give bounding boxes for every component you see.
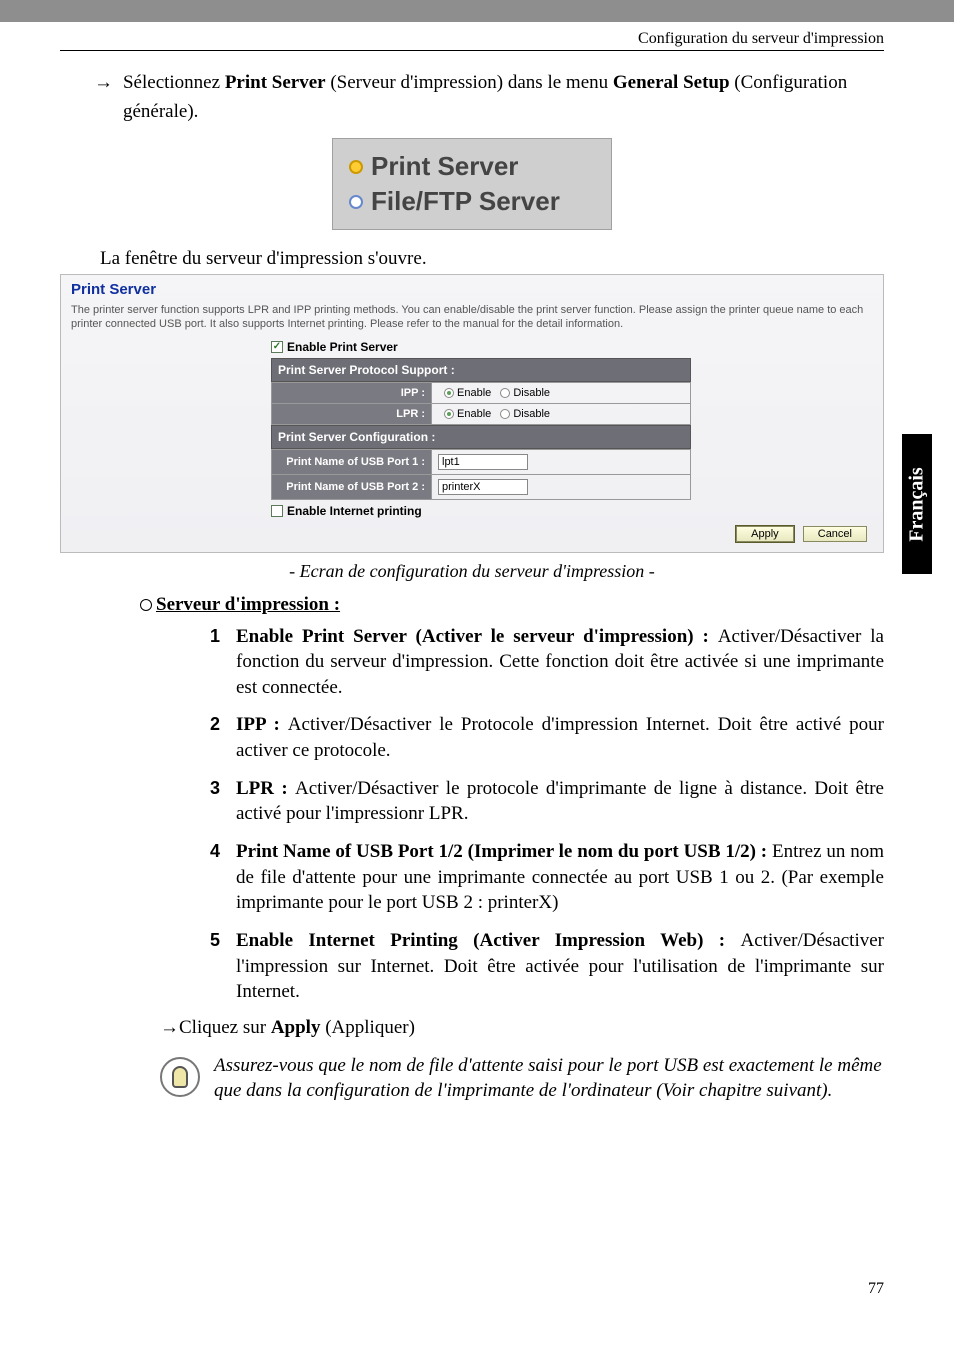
ipp-enable-radio[interactable] — [444, 388, 454, 398]
screenshot-caption: - Ecran de configuration du serveur d'im… — [60, 561, 884, 582]
instruction-select-menu: → Sélectionnez Print Server (Serveur d'i… — [60, 69, 884, 126]
usb-port1-row: Print Name of USB Port 1 : — [272, 449, 691, 474]
usb-port2-row: Print Name of USB Port 2 : — [272, 474, 691, 499]
radio-selected-icon — [349, 160, 363, 174]
note-block: Assurez-vous que le nom de file d'attent… — [160, 1053, 884, 1104]
ps-title: Print Server — [71, 281, 873, 298]
ipp-disable-radio[interactable] — [500, 388, 510, 398]
protocol-support-header: Print Server Protocol Support : — [271, 358, 691, 382]
page-number: 77 — [868, 1280, 884, 1298]
note-text: Assurez-vous que le nom de file d'attent… — [214, 1053, 884, 1104]
list-item: 3 LPR : Activer/Désactiver le protocole … — [210, 776, 884, 827]
numbered-list: 1 Enable Print Server (Activer le serveu… — [210, 624, 884, 1005]
list-item: 5 Enable Internet Printing (Activer Impr… — [210, 928, 884, 1005]
language-tab: Français — [902, 434, 932, 574]
apply-button[interactable]: Apply — [736, 526, 794, 542]
lpr-enable-radio[interactable] — [444, 409, 454, 419]
header-doc-title: Configuration du serveur d'impression — [0, 22, 954, 48]
cancel-button[interactable]: Cancel — [803, 526, 867, 542]
lpr-label: LPR : — [272, 403, 432, 424]
click-apply-instruction: →Cliquez sur Apply (Appliquer) — [160, 1017, 884, 1039]
configuration-header: Print Server Configuration : — [271, 425, 691, 449]
lpr-disable-radio[interactable] — [500, 409, 510, 419]
menu-screenshot: Print Server File/FTP Server — [332, 138, 612, 230]
lightbulb-icon — [160, 1057, 200, 1097]
ipp-label: IPP : — [272, 382, 432, 403]
usb-port1-label: Print Name of USB Port 1 : — [272, 449, 432, 474]
ps-description: The printer server function supports LPR… — [71, 304, 873, 332]
ipp-row: IPP : Enable Disable — [272, 382, 691, 403]
window-opens-text: La fenêtre du serveur d'impression s'ouv… — [100, 248, 884, 270]
enable-print-server-label: Enable Print Server — [287, 340, 398, 354]
print-server-screenshot: Print Server The printer server function… — [60, 274, 884, 553]
menu-option-print-server: Print Server — [371, 151, 518, 182]
checkbox-checked-icon[interactable]: ✓ — [271, 341, 283, 353]
radio-unselected-icon — [349, 195, 363, 209]
usb-port2-input[interactable] — [438, 479, 528, 495]
list-item: 4 Print Name of USB Port 1/2 (Imprimer l… — [210, 839, 884, 916]
checkbox-unchecked-icon[interactable] — [271, 505, 283, 517]
lpr-row: LPR : Enable Disable — [272, 403, 691, 424]
arrow-icon: → — [60, 69, 123, 126]
bullet-ring-icon — [140, 599, 152, 611]
top-bar — [0, 0, 954, 22]
list-item: 2 IPP : Activer/Désactiver le Protocole … — [210, 712, 884, 763]
menu-option-file-ftp: File/FTP Server — [371, 186, 560, 217]
usb-port1-input[interactable] — [438, 454, 528, 470]
enable-internet-printing-label: Enable Internet printing — [287, 504, 422, 518]
usb-port2-label: Print Name of USB Port 2 : — [272, 474, 432, 499]
list-item: 1 Enable Print Server (Activer le serveu… — [210, 624, 884, 701]
subsection-heading: Serveur d'impression : — [140, 594, 884, 616]
